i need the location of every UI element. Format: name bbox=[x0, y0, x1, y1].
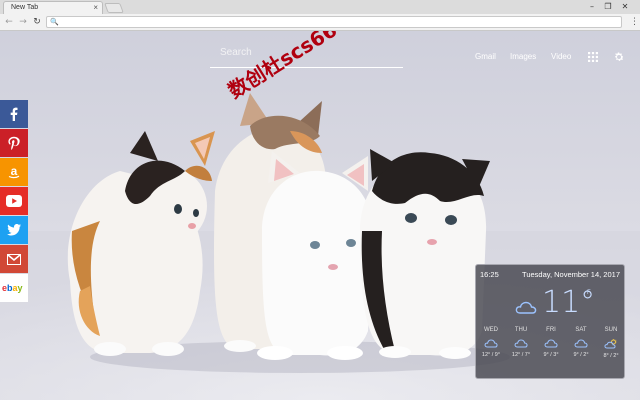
amazon-icon: a bbox=[8, 165, 20, 179]
cloud-icon bbox=[515, 301, 537, 314]
search-icon: 🔍 bbox=[50, 18, 59, 26]
forecast-day-name: THU bbox=[514, 327, 528, 333]
address-bar[interactable]: 🔍 bbox=[46, 16, 622, 28]
gear-icon[interactable] bbox=[613, 51, 625, 63]
reload-button[interactable]: ↻ bbox=[31, 16, 43, 28]
tab-strip: New Tab × – ❐ ✕ bbox=[0, 0, 640, 14]
video-link[interactable]: Video bbox=[551, 52, 571, 61]
browser-toolbar: ← → ↻ 🔍 ⋮ bbox=[0, 14, 640, 31]
cloud-icon bbox=[484, 339, 498, 348]
new-tab-button[interactable] bbox=[104, 3, 124, 13]
twitter-button[interactable] bbox=[0, 216, 28, 244]
forecast-range: 8° / 2° bbox=[603, 353, 619, 359]
restore-button[interactable]: ❐ bbox=[600, 1, 616, 12]
search-placeholder: Search bbox=[220, 47, 252, 58]
youtube-icon bbox=[6, 195, 22, 207]
forecast-range: 12° / 9° bbox=[481, 352, 501, 358]
amazon-button[interactable]: a bbox=[0, 158, 28, 186]
facebook-button[interactable] bbox=[0, 100, 28, 128]
minimize-button[interactable]: – bbox=[584, 1, 600, 12]
forecast-range: 12° / 7° bbox=[511, 352, 531, 358]
forecast-day-name: WED bbox=[484, 327, 498, 333]
images-link[interactable]: Images bbox=[510, 52, 536, 61]
forecast-day-name: FRI bbox=[546, 327, 556, 333]
ebay-button[interactable]: ebay bbox=[0, 274, 28, 302]
twitter-icon bbox=[7, 224, 21, 236]
cloud-icon bbox=[574, 339, 588, 348]
new-tab-page: Search Gmail Images Video 数创杜scs66 a eba… bbox=[0, 31, 640, 400]
gmail-envelope-icon bbox=[7, 253, 21, 265]
social-sidebar: a ebay bbox=[0, 100, 28, 303]
svg-text:ebay: ebay bbox=[2, 283, 23, 293]
tab-close-icon[interactable]: × bbox=[93, 3, 98, 13]
tab-title: New Tab bbox=[11, 4, 39, 11]
forecast-day: SUN 8° / 2° bbox=[596, 327, 626, 359]
forecast-day-name: SAT bbox=[575, 327, 587, 333]
close-window-button[interactable]: ✕ bbox=[617, 1, 633, 12]
forecast-day: FRI 9° / 3° bbox=[536, 327, 566, 358]
pinterest-icon bbox=[8, 136, 20, 150]
gmail-button[interactable] bbox=[0, 245, 28, 273]
ebay-logo-icon: ebay bbox=[2, 283, 23, 293]
youtube-button[interactable] bbox=[0, 187, 28, 215]
back-button[interactable]: ← bbox=[3, 16, 15, 28]
pinterest-button[interactable] bbox=[0, 129, 28, 157]
forecast-day: THU 12° / 7° bbox=[506, 327, 536, 358]
forecast-range: 9° / 2° bbox=[573, 352, 589, 358]
forecast-range: 9° / 3° bbox=[543, 352, 559, 358]
forecast-day: SAT 9° / 2° bbox=[566, 327, 596, 358]
weather-time: 16:25 bbox=[480, 270, 499, 279]
weather-date: Tuesday, November 14, 2017 bbox=[522, 270, 620, 279]
forward-button[interactable]: → bbox=[17, 16, 29, 28]
apps-grid-icon[interactable] bbox=[588, 52, 598, 62]
facebook-icon bbox=[10, 107, 18, 121]
tab-new-tab[interactable]: New Tab × bbox=[3, 1, 103, 14]
cloud-icon bbox=[544, 339, 558, 348]
svg-text:a: a bbox=[11, 165, 18, 178]
browser-menu-button[interactable]: ⋮ bbox=[630, 16, 639, 28]
weather-widget: 16:25 Tuesday, November 14, 2017 11° F W… bbox=[475, 264, 625, 379]
cloud-icon bbox=[514, 339, 528, 348]
forecast-day: WED 12° / 9° bbox=[476, 327, 506, 358]
forecast-day-name: SUN bbox=[604, 327, 618, 333]
weather-unit: F bbox=[587, 290, 591, 296]
sun-cloud-icon bbox=[604, 339, 617, 349]
gmail-link[interactable]: Gmail bbox=[475, 52, 496, 61]
